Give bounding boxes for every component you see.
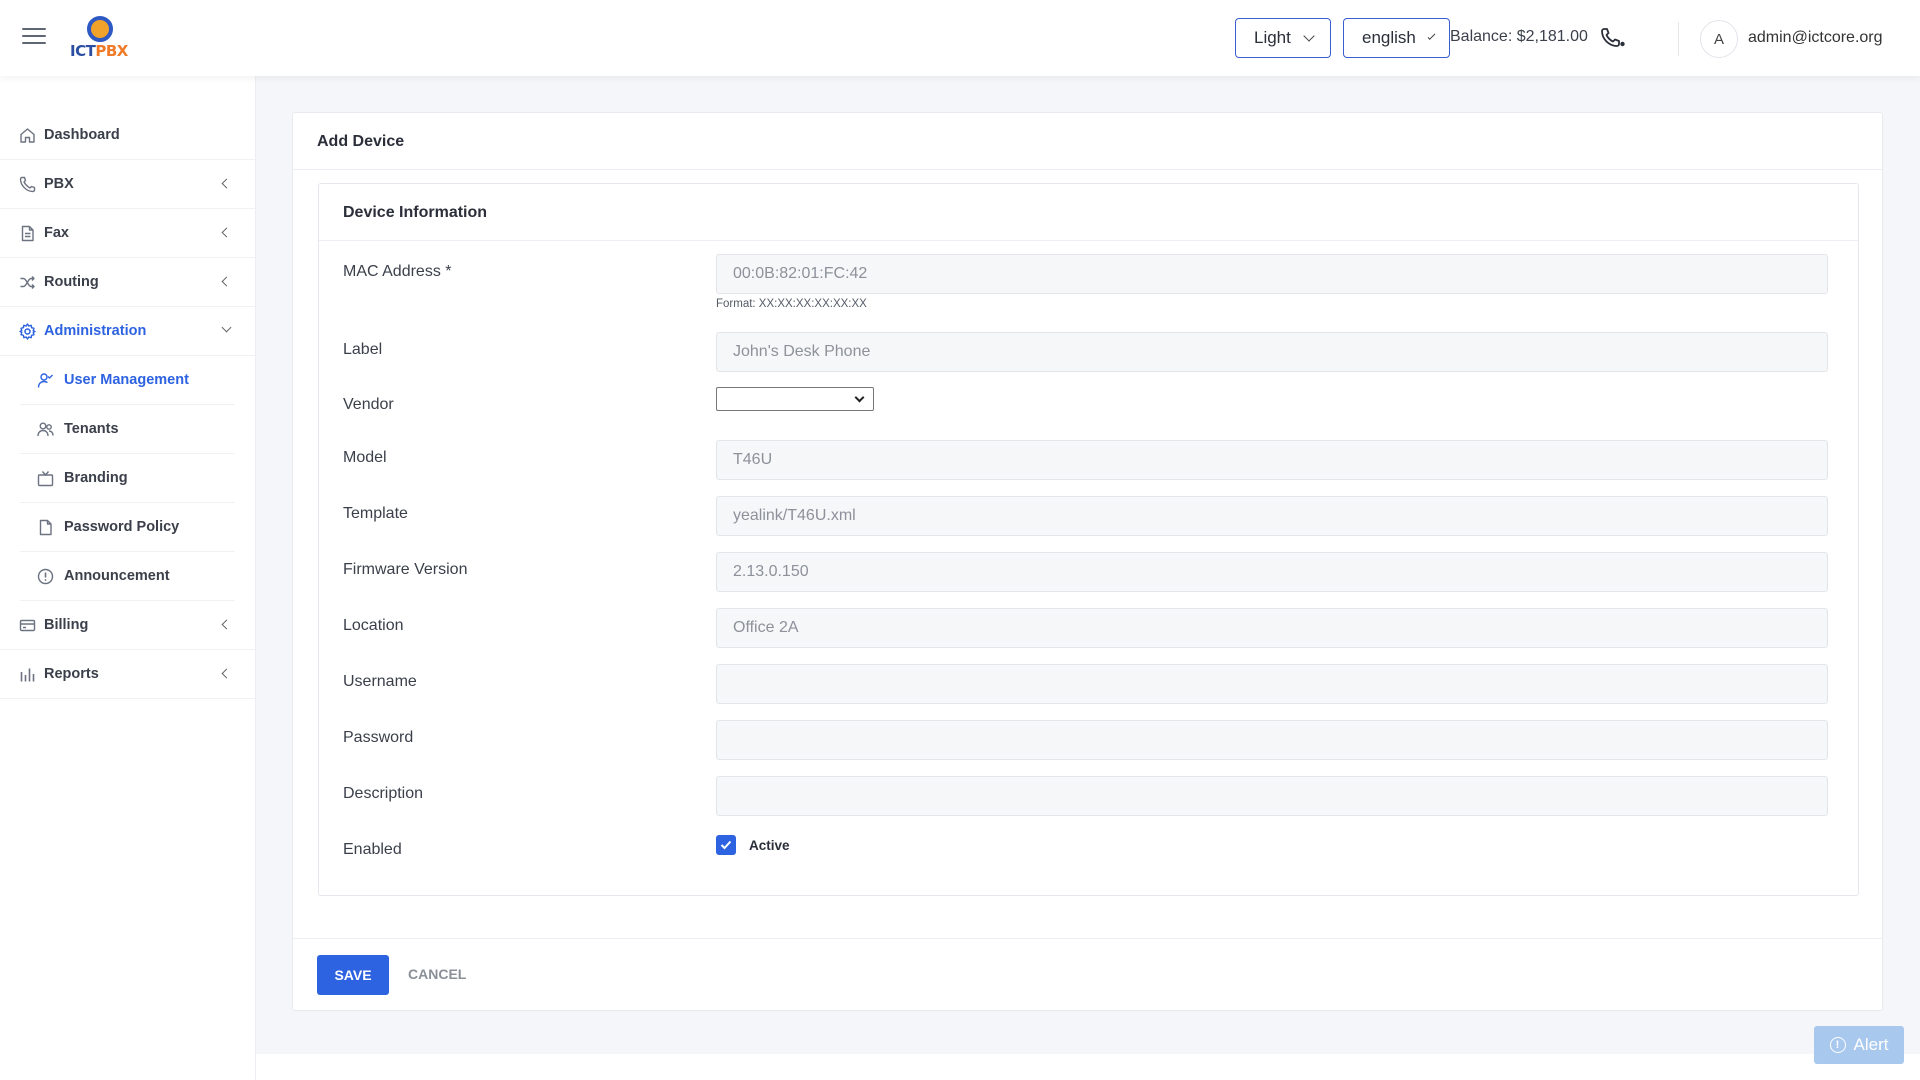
page-title: Add Device [317,133,405,150]
enabled-checkbox[interactable] [716,835,736,855]
section-title: Device Information [343,204,488,221]
sidebar-item-billing[interactable]: Billing [0,601,255,650]
footer-strip [256,1054,1920,1080]
mac-address-hint: Format: XX:XX:XX:XX:XX:XX [716,298,867,310]
cancel-button[interactable]: CANCEL [408,966,466,982]
model-input[interactable]: T46U [716,440,1828,480]
user-email[interactable]: admin@ictcore.org [1748,29,1883,47]
label-input[interactable]: John's Desk Phone [716,332,1828,372]
location-label: Location [343,617,404,634]
device-information-section: Device Information MAC Address * 00:0B:8… [318,183,1859,896]
user-check-icon [36,371,54,389]
password-label: Password [343,729,414,746]
top-header: ICTPBX Light english Balance: $2,181.00 … [0,0,1920,76]
sidebar-item-fax[interactable]: Fax [0,209,255,258]
label-label: Label [343,341,383,358]
firmware-version-input[interactable]: 2.13.0.150 [716,552,1828,592]
save-button[interactable]: SAVE [317,955,389,995]
chevron-down-icon [1303,30,1315,42]
home-icon [18,126,36,144]
menu-toggle-icon[interactable] [22,28,46,48]
sidebar-item-administration[interactable]: Administration [0,307,255,356]
sidebar: Dashboard PBX Fax Routing Administration… [0,76,256,1080]
sidebar-item-reports[interactable]: Reports [0,650,255,699]
description-input[interactable] [716,776,1828,816]
bar-chart-icon [18,665,36,683]
checkmark-icon [720,840,732,850]
sidebar-item-label: Billing [44,617,89,633]
sidebar-item-label: Announcement [64,568,170,584]
password-input[interactable] [716,720,1828,760]
phone-icon[interactable] [1600,27,1626,49]
location-input[interactable]: Office 2A [716,608,1828,648]
sidebar-item-announcement[interactable]: Announcement [20,552,235,601]
sidebar-item-label: Branding [64,470,128,486]
alert-info-icon: ! [1829,1037,1846,1053]
add-device-card: Add Device Device Information MAC Addres… [292,112,1883,1011]
firmware-version-label: Firmware Version [343,561,468,578]
app-logo[interactable]: ICTPBX [70,16,128,60]
language-select[interactable]: english [1343,18,1450,58]
user-avatar[interactable]: A [1700,20,1738,58]
alert-button[interactable]: ! Alert [1814,1026,1904,1064]
chevron-down-icon [854,392,865,403]
template-input[interactable]: yealink/T46U.xml [716,496,1828,536]
sidebar-item-label: PBX [44,176,74,192]
sidebar-item-label: Routing [44,274,99,290]
balance-display: Balance: $2,181.00 [1450,28,1588,45]
sidebar-item-dashboard[interactable]: Dashboard [0,111,255,160]
section-divider [319,240,1858,241]
sidebar-item-label: Fax [44,225,69,241]
chevron-left-icon [221,276,232,287]
sidebar-item-label: User Management [64,372,189,388]
sidebar-item-label: Administration [44,323,147,339]
sidebar-item-label: Tenants [64,421,119,437]
enabled-label: Enabled [343,841,402,858]
vendor-label: Vendor [343,396,394,413]
template-label: Template [343,505,408,522]
language-select-value: english [1362,28,1416,47]
chevron-left-icon [221,619,232,630]
users-icon [36,420,54,438]
shuffle-icon [18,273,36,291]
chevron-down-icon [221,322,232,333]
info-circle-icon [36,567,54,585]
alert-button-label: Alert [1853,1035,1889,1054]
theme-select-value: Light [1254,28,1291,47]
chevron-left-icon [221,178,232,189]
credit-card-icon [18,616,36,634]
sidebar-item-pbx[interactable]: PBX [0,160,255,209]
chevron-left-icon [221,227,232,238]
card-divider [293,169,1882,170]
phone-icon [18,175,36,193]
chevron-down-icon [1427,32,1436,40]
sidebar-item-routing[interactable]: Routing [0,258,255,307]
description-label: Description [343,785,424,802]
document-icon [18,224,36,242]
file-icon [36,518,54,536]
mac-address-input[interactable]: 00:0B:82:01:FC:42 [716,254,1828,294]
tv-icon [36,469,54,487]
sidebar-item-tenants[interactable]: Tenants [20,405,235,454]
logo-mark [87,16,113,42]
gear-icon [18,322,36,340]
header-divider [1678,22,1679,56]
mac-address-label: MAC Address * [343,263,452,280]
sidebar-item-user-management[interactable]: User Management [20,356,235,405]
model-label: Model [343,449,387,466]
username-input[interactable] [716,664,1828,704]
enabled-option-label: Active [749,838,790,853]
username-label: Username [343,673,417,690]
theme-select[interactable]: Light [1235,18,1331,58]
logo-text: ICTPBX [70,42,128,60]
sidebar-item-label: Reports [44,666,99,682]
sidebar-item-password-policy[interactable]: Password Policy [20,503,235,552]
sidebar-item-branding[interactable]: Branding [20,454,235,503]
vendor-select[interactable] [716,387,874,411]
chevron-left-icon [221,668,232,679]
sidebar-item-label: Password Policy [64,519,180,535]
footer-divider [293,938,1882,939]
sidebar-item-label: Dashboard [44,127,120,143]
